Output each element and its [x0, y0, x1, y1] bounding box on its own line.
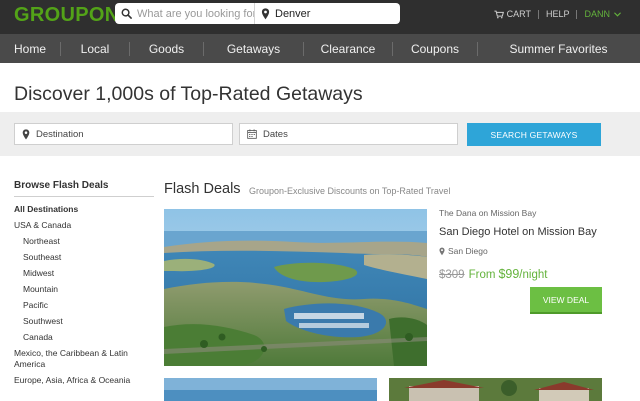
deal-thumbnail[interactable]: [389, 378, 602, 401]
browse-sidebar: Browse Flash Deals All Destinations USA …: [14, 180, 154, 386]
deal-title[interactable]: San Diego Hotel on Mission Bay: [439, 226, 609, 238]
per-night-label: /night: [519, 269, 548, 281]
cart-label: CART: [506, 9, 531, 19]
nav-item-local[interactable]: Local: [61, 34, 129, 63]
cart-link[interactable]: CART: [494, 9, 531, 19]
getaway-search-bar: SEARCH GETAWAYS: [0, 112, 640, 156]
calendar-icon: [247, 129, 257, 139]
search-getaways-button[interactable]: SEARCH GETAWAYS: [467, 123, 601, 146]
map-pin-icon: [22, 128, 30, 139]
groupon-logo[interactable]: GROUPON: [14, 4, 119, 27]
nav-item-getaways[interactable]: Getaways: [204, 34, 303, 63]
from-label: From: [468, 269, 496, 281]
merchant-name: The Dana on Mission Bay: [439, 208, 537, 218]
flash-deals-subtitle: Groupon-Exclusive Discounts on Top-Rated…: [249, 186, 451, 196]
dates-field[interactable]: [239, 123, 458, 145]
sidebar-item-southeast[interactable]: Southeast: [14, 252, 154, 263]
page-title: Discover 1,000s of Top-Rated Getaways: [14, 83, 363, 105]
price-row: $309 From $99 /night: [439, 267, 609, 281]
nav-item-clearance[interactable]: Clearance: [304, 34, 392, 63]
user-links: CART HELP DANN: [494, 9, 624, 19]
mission-bay-photo: [164, 209, 427, 366]
view-deal-button[interactable]: VIEW DEAL: [530, 287, 602, 314]
location-input[interactable]: [270, 7, 400, 20]
dates-input[interactable]: [257, 128, 457, 140]
deal-image[interactable]: [164, 209, 427, 366]
original-price: $309: [439, 269, 465, 281]
chevron-down-icon[interactable]: [614, 11, 621, 17]
sidebar-item-all-destinations[interactable]: All Destinations: [14, 204, 154, 215]
destination-field[interactable]: [14, 123, 233, 145]
deal-location-label: San Diego: [448, 246, 488, 256]
deal-info: The Dana on Mission Bay San Diego Hotel …: [439, 208, 609, 281]
nav-item-coupons[interactable]: Coupons: [393, 34, 477, 63]
cart-icon: [494, 10, 504, 18]
user-menu[interactable]: DANN: [584, 9, 610, 19]
deal-thumbnail[interactable]: [164, 378, 377, 401]
deal-location: San Diego: [439, 246, 609, 256]
search-icon: [121, 8, 132, 19]
resort-photo: [389, 378, 602, 401]
sidebar-item-mountain[interactable]: Mountain: [14, 284, 154, 295]
main-nav: Home Local Goods Getaways Clearance Coup…: [0, 34, 640, 63]
sidebar-item-mexico-caribbean-latin-america[interactable]: Mexico, the Caribbean & Latin America: [14, 348, 154, 370]
search-query-segment[interactable]: [115, 3, 255, 24]
top-header: GROUPON CART HELP: [0, 0, 640, 34]
sidebar-item-europe-asia-africa-oceania[interactable]: Europe, Asia, Africa & Oceania: [14, 375, 154, 386]
nav-item-summer-favorites[interactable]: Summer Favorites: [478, 34, 639, 63]
beach-photo: [164, 378, 377, 401]
nav-item-goods[interactable]: Goods: [130, 34, 203, 63]
search-input[interactable]: [132, 7, 254, 20]
destination-input[interactable]: [30, 128, 232, 140]
sidebar-item-usa-canada[interactable]: USA & Canada: [14, 220, 154, 231]
divider: [537, 9, 539, 19]
nav-item-home[interactable]: Home: [0, 34, 60, 63]
sidebar-item-pacific[interactable]: Pacific: [14, 300, 154, 311]
sidebar-item-canada[interactable]: Canada: [14, 332, 154, 343]
sidebar-title: Browse Flash Deals: [14, 180, 154, 197]
sidebar-item-midwest[interactable]: Midwest: [14, 268, 154, 279]
deal-price: $99: [498, 267, 520, 281]
flash-deals-title: Flash Deals: [164, 181, 241, 197]
map-pin-icon: [439, 247, 445, 255]
global-search: [115, 3, 400, 24]
sidebar-item-northeast[interactable]: Northeast: [14, 236, 154, 247]
help-link[interactable]: HELP: [546, 9, 570, 19]
sidebar-item-southwest[interactable]: Southwest: [14, 316, 154, 327]
divider: [576, 9, 578, 19]
map-pin-icon: [261, 7, 270, 19]
location-segment[interactable]: [255, 3, 400, 24]
